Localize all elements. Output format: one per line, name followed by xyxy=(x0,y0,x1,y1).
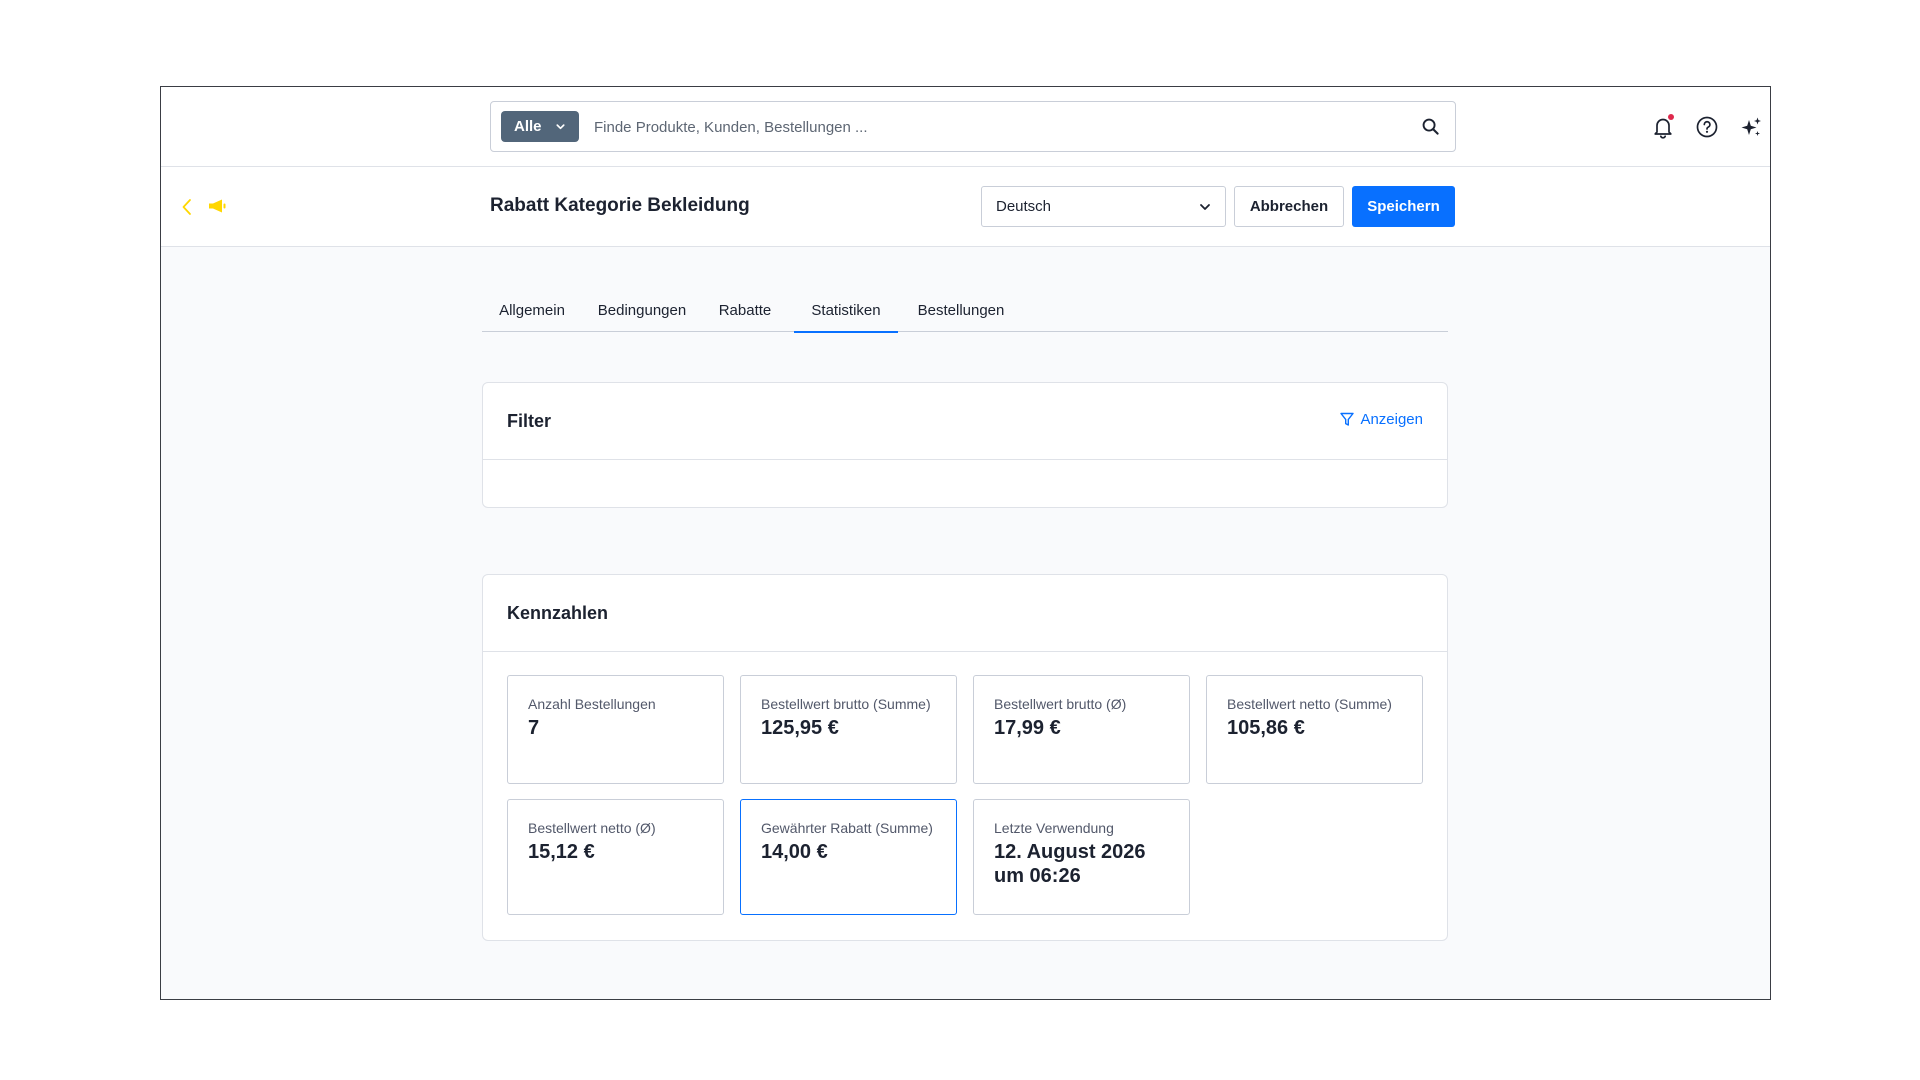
kpi-label: Letzte Verwendung xyxy=(994,820,1114,836)
filter-title: Filter xyxy=(507,411,552,431)
megaphone-icon xyxy=(209,199,226,213)
kpi-gross-avg: Bestellwert brutto (Ø) 17,99 € xyxy=(973,675,1190,784)
search-scope-dropdown[interactable]: Alle xyxy=(501,111,579,142)
kpi-value: 125,95 € xyxy=(761,717,839,739)
kpi-card: Kennzahlen Anzahl Bestellungen 7 Bestell… xyxy=(482,574,1448,941)
page-title: Rabatt Kategorie Bekleidung xyxy=(490,195,750,216)
chevron-down-icon xyxy=(556,124,565,130)
kpi-last-used: Letzte Verwendung 12. August 2026 um 06:… xyxy=(973,799,1190,915)
ai-assistant-button[interactable] xyxy=(1738,114,1764,140)
kpi-label: Anzahl Bestellungen xyxy=(528,696,656,712)
filter-card-header: Filter Anzeigen xyxy=(483,383,1447,460)
sparkle-icon xyxy=(1741,117,1761,136)
language-select-value: Deutsch xyxy=(996,198,1052,215)
kpi-label: Bestellwert brutto (Ø) xyxy=(994,696,1127,712)
tab-label: Rabatte xyxy=(718,302,772,319)
kpi-value: 15,12 € xyxy=(528,841,595,863)
kpi-label: Bestellwert brutto (Summe) xyxy=(761,696,931,712)
tab-rabatte[interactable]: Rabatte xyxy=(705,289,785,332)
search-scope-label: Alle xyxy=(514,118,542,135)
app-window: Alle Finde Produkte, Kunden, Bestellunge… xyxy=(160,86,1771,1000)
tab-label: Statistiken xyxy=(811,301,881,319)
top-bar: Alle xyxy=(161,87,1770,167)
help-button[interactable] xyxy=(1694,114,1720,140)
kpi-label: Gewährter Rabatt (Summe) xyxy=(761,820,933,836)
notification-dot xyxy=(1668,114,1674,120)
kpi-value: 12. August 2026 um 06:26 xyxy=(994,841,1146,887)
show-filter-button[interactable]: Anzeigen xyxy=(1340,411,1423,428)
tab-label: Bedingungen xyxy=(597,302,687,319)
back-arrow-icon[interactable] xyxy=(179,195,195,219)
kpi-title: Kennzahlen xyxy=(507,603,609,623)
notifications-button[interactable] xyxy=(1650,114,1676,140)
tab-bestellungen[interactable]: Bestellungen xyxy=(902,289,1020,332)
search-input[interactable] xyxy=(594,112,1394,142)
global-search: Alle xyxy=(490,101,1456,152)
kpi-net-sum: Bestellwert netto (Summe) 105,86 € xyxy=(1206,675,1423,784)
kpi-gross-sum: Bestellwert brutto (Summe) 125,95 € xyxy=(740,675,957,784)
kpi-value: 105,86 € xyxy=(1227,717,1305,739)
kpi-value: 7 xyxy=(528,717,540,739)
funnel-icon xyxy=(1340,412,1355,426)
kpi-order-count: Anzahl Bestellungen 7 xyxy=(507,675,724,784)
kpi-net-avg: Bestellwert netto (Ø) 15,12 € xyxy=(507,799,724,915)
tab-bedingungen[interactable]: Bedingungen xyxy=(584,289,700,332)
kpi-value: 14,00 € xyxy=(761,841,828,863)
smart-bar: Rabatt Kategorie Bekleidung Deutsch Abbr… xyxy=(161,167,1770,247)
tab-label: Bestellungen xyxy=(917,302,1005,319)
cancel-button[interactable]: Abbrechen xyxy=(1234,186,1344,227)
search-icon[interactable] xyxy=(1421,117,1440,136)
kpi-label: Bestellwert netto (Summe) xyxy=(1227,696,1392,712)
help-icon xyxy=(1696,116,1718,138)
chevron-down-icon xyxy=(1200,204,1210,210)
tab-statistiken[interactable]: Statistiken xyxy=(794,289,898,333)
kpi-value: 17,99 € xyxy=(994,717,1061,739)
kpi-discount-sum: Gewährter Rabatt (Summe) 14,00 € xyxy=(740,799,957,915)
tab-label: Allgemein xyxy=(499,302,565,319)
save-button[interactable]: Speichern xyxy=(1352,186,1455,227)
tab-allgemein[interactable]: Allgemein xyxy=(482,289,582,332)
tab-bar: Allgemein Bedingungen Rabatte Statistike… xyxy=(482,289,1448,333)
filter-card: Filter Anzeigen xyxy=(482,382,1448,508)
language-select[interactable]: Deutsch xyxy=(981,186,1226,227)
kpi-label: Bestellwert netto (Ø) xyxy=(528,820,656,836)
show-filter-label: Anzeigen xyxy=(1360,411,1423,428)
kpi-card-header: Kennzahlen xyxy=(483,575,1447,652)
